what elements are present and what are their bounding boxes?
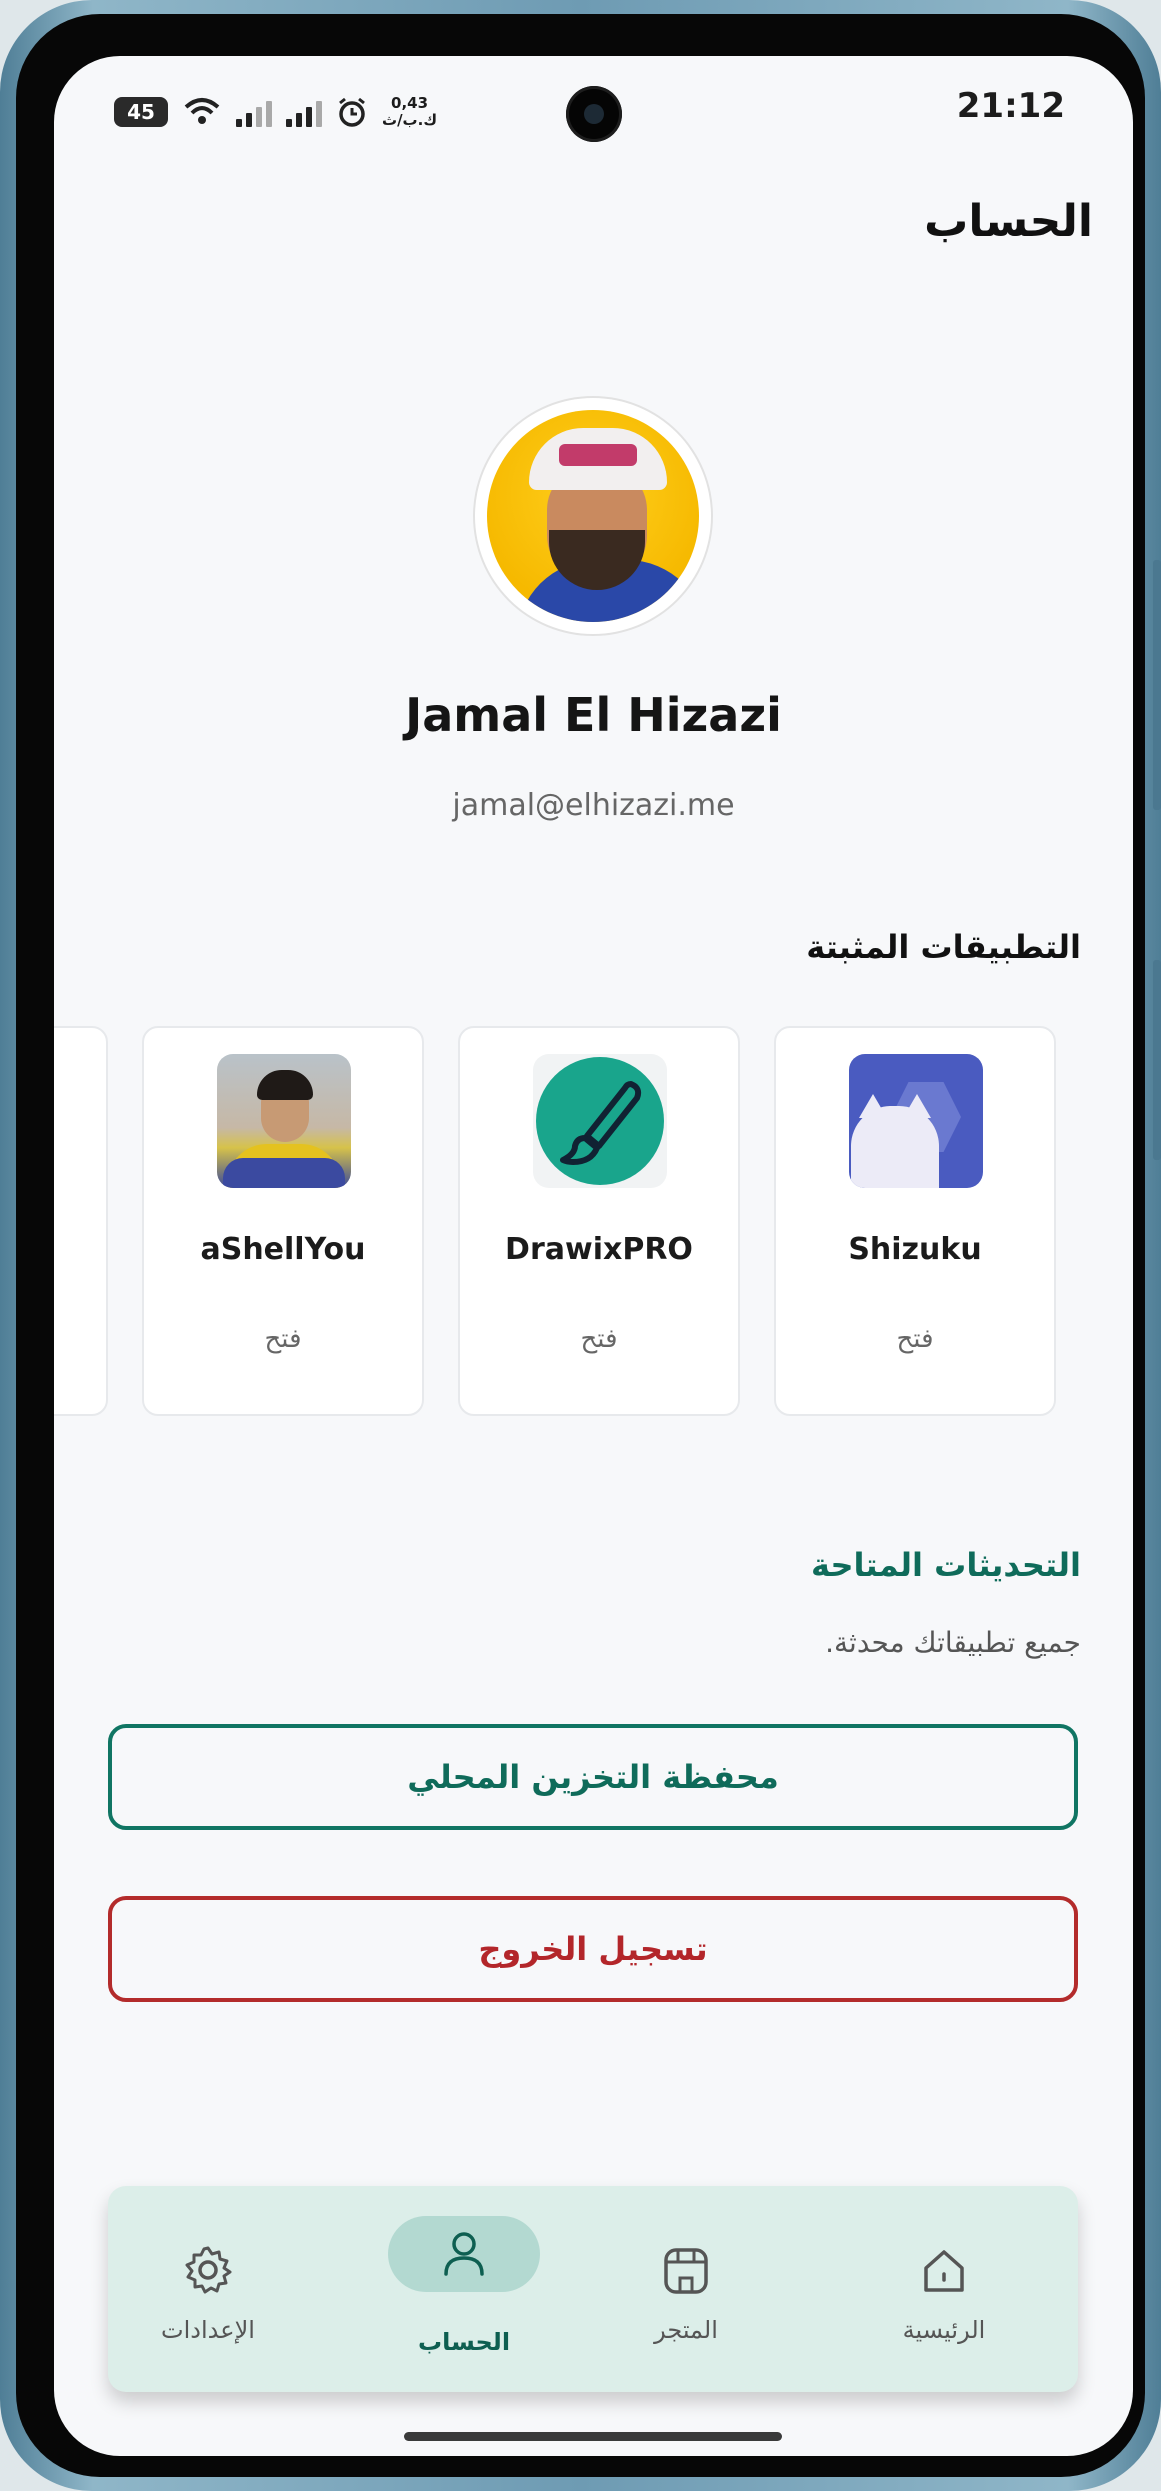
nav-label-account: الحساب [417,2328,511,2356]
brush-icon [533,1054,667,1188]
app-open-button[interactable]: فتح [460,1324,738,1354]
status-icons: 45 0,43 ك.ب/ث [114,92,437,132]
home-indicator[interactable] [404,2432,782,2441]
updates-title: التحديثات المتاحة [811,1546,1081,1584]
battery-icon: 45 [114,97,168,127]
store-icon [664,2248,708,2294]
installed-apps-title: التطبيقات المثبتة [806,928,1081,966]
page-title: الحساب [924,196,1093,247]
app-name: Shizuku [848,1232,982,1267]
app-card-drawixpro[interactable]: DrawixPRO فتح [458,1026,740,1416]
network-speed: 0,43 ك.ب/ث [382,95,437,129]
phone-bezel: 45 0,43 ك.ب/ث 21:12 الحساب Jamal El Hiza… [16,14,1145,2477]
app-name: DrawixPRO [505,1232,693,1267]
network-speed-unit: ك.ب/ث [382,111,438,129]
nav-label-home: الرئيسية [902,2316,986,2344]
power-button [1153,960,1161,1160]
wifi-icon [184,98,220,124]
nav-item-home[interactable]: الرئيسية [844,2186,1044,2392]
user-email: jamal@elhizazi.me [452,788,735,823]
nav-item-store[interactable]: المتجر [586,2186,786,2392]
avatar[interactable] [475,398,711,634]
logout-button[interactable]: تسجيل الخروج [108,1896,1078,2002]
app-card-ashellyou[interactable]: aShellYou فتح [142,1026,424,1416]
app-open-button[interactable]: فتح [776,1324,1054,1354]
nav-item-settings[interactable]: الإعدادات [108,2186,308,2392]
volume-button [1153,560,1161,810]
home-icon [924,2250,964,2292]
local-storage-button[interactable]: محفظة التخزين المحلي [108,1724,1078,1830]
network-speed-value: 0,43 [391,94,429,112]
front-camera [566,86,622,142]
screen: 45 0,43 ك.ب/ث 21:12 الحساب Jamal El Hiza… [54,56,1133,2456]
user-name: Jamal El Hizazi [405,688,782,742]
avatar-photo [487,410,699,622]
app-card-shizuku[interactable]: Shizuku فتح [774,1026,1056,1416]
gear-icon [185,2246,232,2294]
phone-frame: 45 0,43 ك.ب/ث 21:12 الحساب Jamal El Hiza… [0,0,1161,2491]
bottom-navigation: الرئيسية المتجر الحساب الإعدادات [108,2186,1078,2392]
nav-label-settings: الإعدادات [161,2316,255,2344]
person-icon [444,2232,484,2276]
shizuku-icon [849,1054,983,1188]
app-open-button[interactable]: فتح [144,1324,422,1354]
ashellyou-icon [217,1054,351,1188]
app-card-partial[interactable] [54,1026,108,1416]
app-name: aShellYou [200,1232,366,1267]
updates-message: جميع تطبيقاتك محدثة. [825,1626,1081,1659]
signal-icon-2 [286,97,322,127]
status-time: 21:12 [956,86,1065,126]
signal-icon [236,97,272,127]
nav-label-store: المتجر [654,2316,718,2344]
nav-item-account[interactable]: الحساب [348,2186,548,2392]
alarm-icon [339,97,365,127]
battery-level: 45 [127,100,155,124]
